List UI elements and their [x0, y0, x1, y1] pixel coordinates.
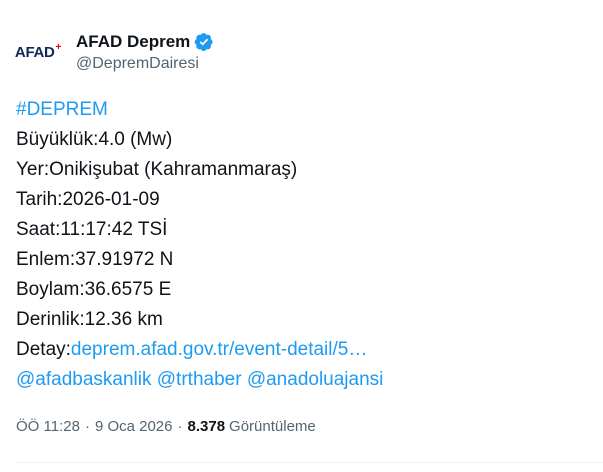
- hashtag-link[interactable]: #DEPREM: [16, 95, 383, 125]
- afad-logo-text: AFAD: [14, 43, 55, 61]
- views-count[interactable]: 8.378: [188, 418, 226, 435]
- divider: [16, 462, 603, 463]
- mention-afadbaskanlik[interactable]: @afadbaskanlik: [16, 369, 151, 390]
- detail-link[interactable]: deprem.afad.gov.tr/event-detail/5…: [71, 339, 367, 360]
- author-names: AFAD Deprem @DepremDairesi: [76, 32, 214, 73]
- views-label[interactable]: Görüntüleme: [229, 418, 316, 435]
- magnitude-line: Büyüklük:4.0 (Mw): [16, 129, 173, 150]
- meta-separator: ·: [84, 418, 90, 435]
- tweet-date[interactable]: 9 Oca 2026: [95, 418, 173, 435]
- afad-logo-mark: +: [55, 41, 62, 53]
- meta-separator: ·: [177, 418, 183, 435]
- tweet-time[interactable]: ÖÖ 11:28: [16, 418, 80, 435]
- verified-badge-icon[interactable]: [194, 32, 214, 52]
- mentions-line: @afadbaskanlik @trthaber @anadoluajansi: [16, 365, 383, 395]
- longitude-line: Boylam:36.6575 E: [16, 279, 172, 300]
- detail-label: Detay:: [16, 339, 71, 360]
- tweet-meta: ÖÖ 11:28 · 9 Oca 2026 · 8.378 Görüntülem…: [16, 418, 316, 435]
- display-name[interactable]: AFAD Deprem: [76, 32, 190, 52]
- depth-line: Derinlik:12.36 km: [16, 309, 163, 330]
- time-line: Saat:11:17:42 TSİ: [16, 219, 168, 240]
- tweet: AFAD + AFAD Deprem @DepremDairesi #DEPRE…: [0, 0, 603, 472]
- date-line: Tarih:2026-01-09: [16, 189, 160, 210]
- avatar[interactable]: AFAD +: [14, 28, 62, 76]
- latitude-line: Enlem:37.91972 N: [16, 249, 174, 270]
- tweet-header: AFAD + AFAD Deprem @DepremDairesi: [14, 28, 214, 76]
- mention-trthaber[interactable]: @trthaber: [157, 369, 242, 390]
- handle[interactable]: @DepremDairesi: [76, 55, 214, 73]
- name-row: AFAD Deprem: [76, 32, 214, 52]
- location-line: Yer:Onikişubat (Kahramanmaraş): [16, 159, 298, 180]
- afad-logo: AFAD +: [14, 41, 62, 61]
- detail-line: Detay:deprem.afad.gov.tr/event-detail/5…: [16, 335, 383, 365]
- tweet-text: #DEPREM Büyüklük:4.0 (Mw) Yer:Onikişubat…: [16, 95, 383, 395]
- mention-anadoluajansi[interactable]: @anadoluajansi: [247, 369, 384, 390]
